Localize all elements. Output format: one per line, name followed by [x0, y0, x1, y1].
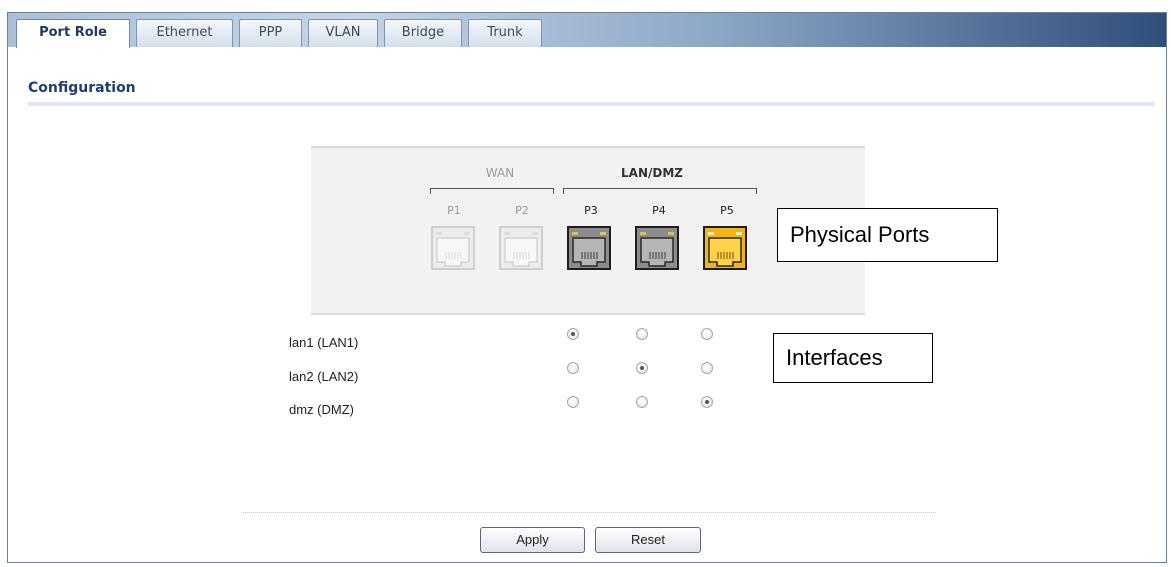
interface-label-lan2: lan2 (LAN2) — [289, 369, 359, 384]
group-label-lan-dmz: LAN/DMZ — [621, 166, 683, 180]
interface-label-dmz: dmz (DMZ) — [289, 402, 354, 417]
port-label-p1: P1 — [447, 204, 461, 217]
port-label-p2: P2 — [515, 204, 529, 217]
port-label-p3: P3 — [584, 204, 598, 217]
port-label-p5: P5 — [720, 204, 734, 217]
radio-lan2-p5[interactable] — [701, 362, 713, 374]
interface-label-lan1: lan1 (LAN1) — [289, 335, 359, 350]
lan-dmz-bracket — [563, 188, 757, 194]
section-title: Configuration — [28, 80, 136, 96]
radio-lan2-p3[interactable] — [567, 362, 579, 374]
radio-dmz-p3[interactable] — [567, 396, 579, 408]
port-label-p4: P4 — [652, 204, 666, 217]
section-divider — [28, 102, 1155, 106]
radio-lan1-p4[interactable] — [636, 328, 648, 340]
tab-ppp[interactable]: PPP — [239, 19, 302, 47]
button-bar-divider — [243, 512, 936, 513]
ethernet-port-p4-icon — [635, 226, 679, 270]
tab-bar: Port Role Ethernet PPP VLAN Bridge Trunk — [8, 13, 1166, 48]
physical-ports-callout: Physical Ports — [777, 208, 998, 262]
ethernet-port-p2-icon — [499, 226, 543, 270]
group-label-wan: WAN — [485, 166, 515, 180]
radio-dmz-p4[interactable] — [636, 396, 648, 408]
radio-lan1-p3[interactable] — [567, 328, 579, 340]
radio-lan1-p5[interactable] — [701, 328, 713, 340]
radio-dmz-p5[interactable] — [701, 396, 713, 408]
interfaces-callout: Interfaces — [773, 333, 933, 383]
tab-bridge[interactable]: Bridge — [384, 19, 462, 47]
tab-port-role[interactable]: Port Role — [16, 19, 130, 48]
wan-bracket — [430, 188, 554, 194]
apply-button[interactable]: Apply — [480, 527, 585, 553]
reset-button[interactable]: Reset — [595, 527, 701, 553]
radio-lan2-p4[interactable] — [636, 362, 648, 374]
ethernet-port-p5-icon — [703, 226, 747, 270]
tab-vlan[interactable]: VLAN — [308, 19, 378, 47]
ethernet-port-p3-icon — [567, 226, 611, 270]
ethernet-port-p1-icon — [431, 226, 475, 270]
tab-ethernet[interactable]: Ethernet — [136, 19, 233, 47]
tab-trunk[interactable]: Trunk — [468, 19, 542, 47]
